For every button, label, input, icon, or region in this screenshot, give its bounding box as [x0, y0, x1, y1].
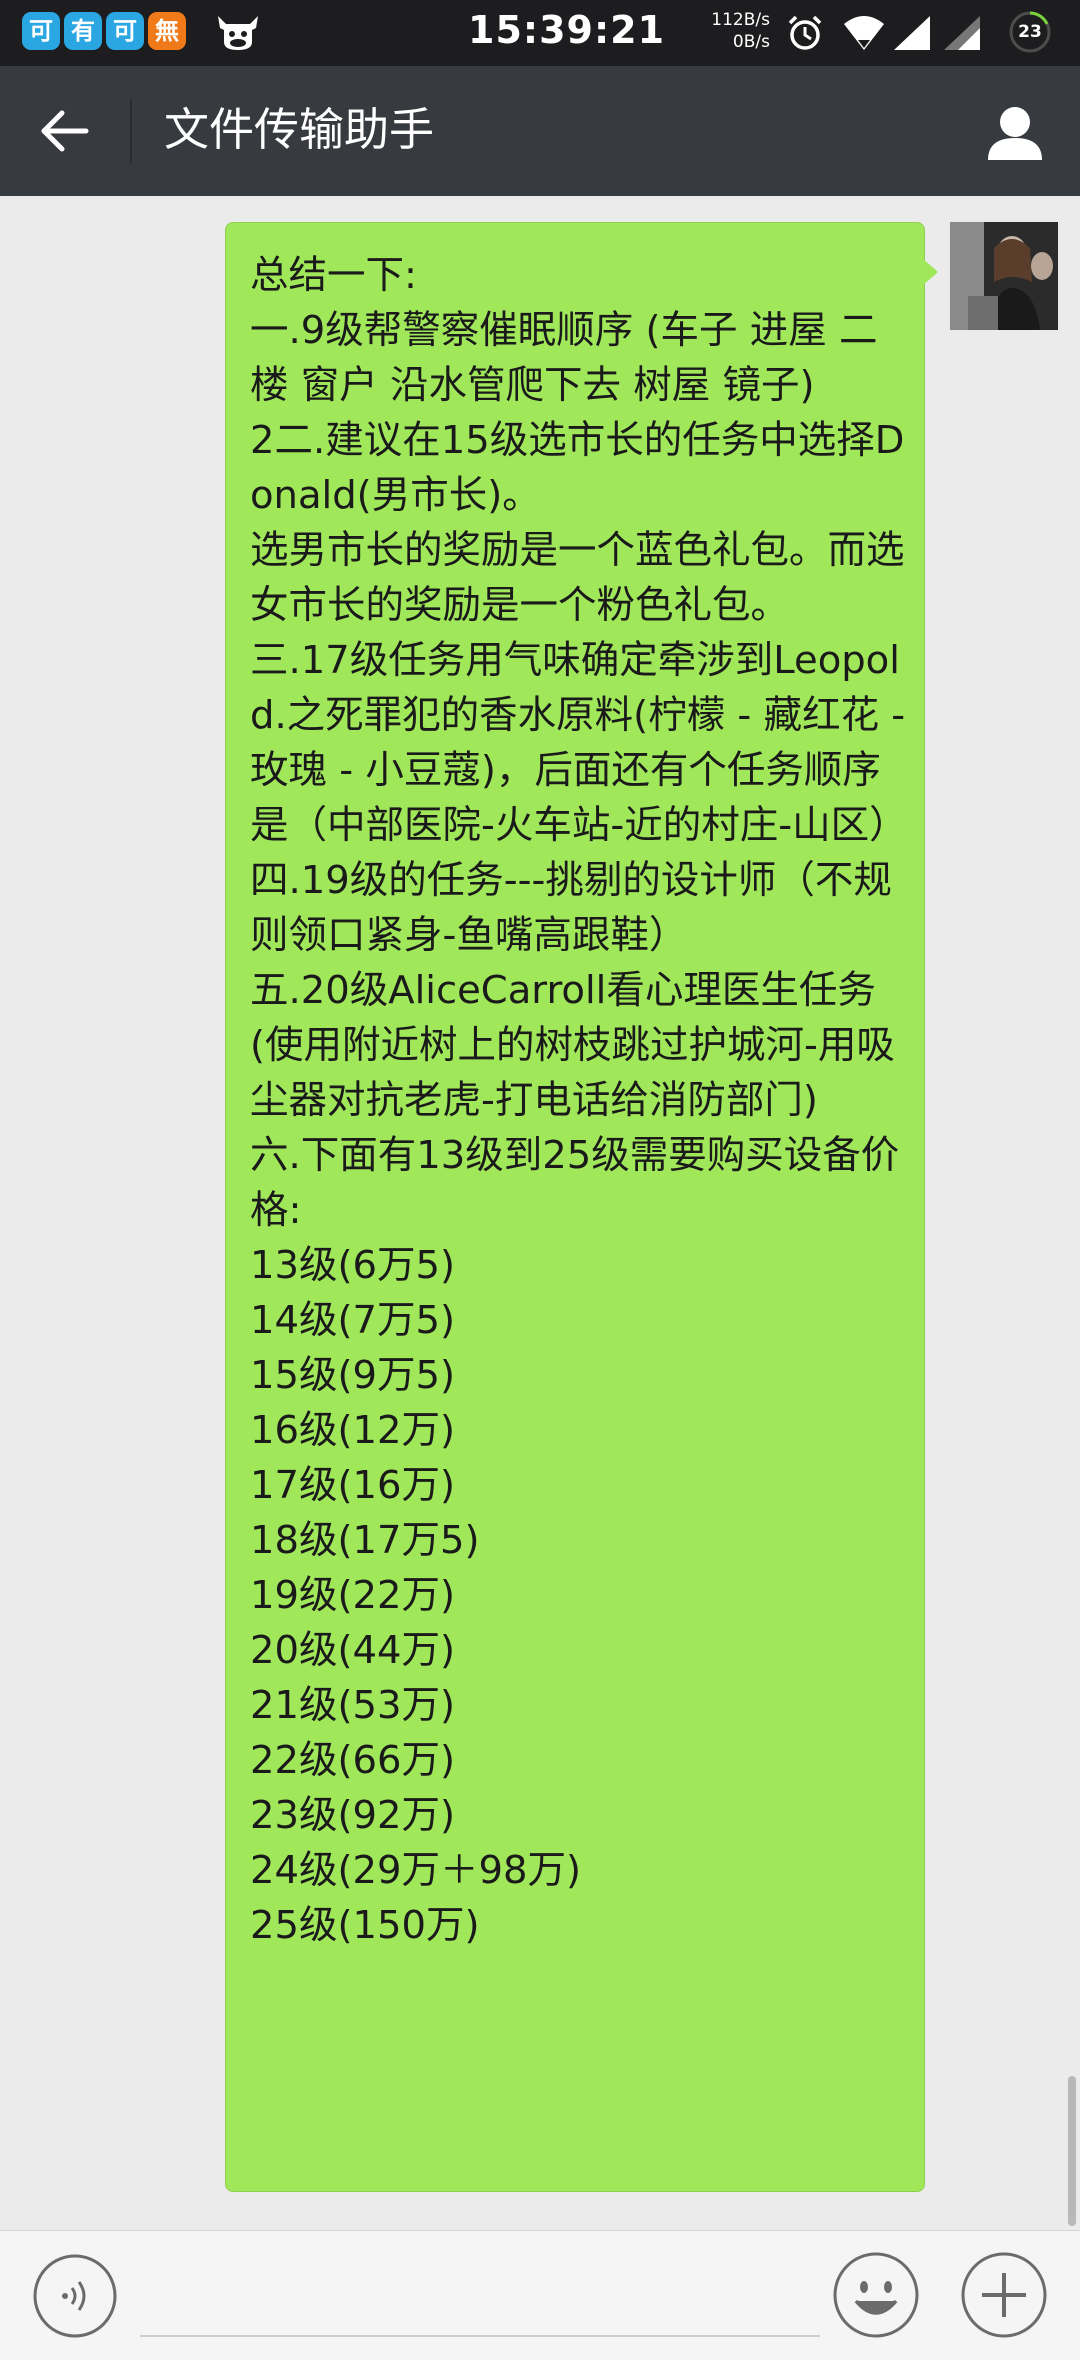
voice-icon [33, 2254, 117, 2338]
ke-app-icon: 可 [22, 12, 60, 50]
you-app-icon: 有 [64, 12, 102, 50]
profile-button[interactable] [980, 98, 1050, 168]
emoji-icon [833, 2252, 919, 2338]
title-bar: 文件传输助手 [0, 66, 1080, 196]
chat-area[interactable]: 总结一下: 一.9级帮警察催眠顺序 (车子 进屋 二楼 窗户 沿水管爬下去 树屋… [0, 196, 1080, 2230]
voice-button[interactable] [32, 2253, 118, 2339]
status-bar: 可 有 可 無 15:39:21 112B/s 0B/s 23 [0, 0, 1080, 66]
signal-icon [894, 16, 930, 50]
input-bar [0, 2230, 1080, 2360]
network-speed: 112B/s 0B/s [708, 9, 770, 53]
download-speed: 0B/s [732, 32, 770, 52]
ke-app-icon-2: 可 [106, 12, 144, 50]
page-title: 文件传输助手 [164, 103, 435, 156]
cow-icon [218, 16, 258, 50]
plus-button[interactable] [960, 2251, 1048, 2339]
title-divider [130, 99, 132, 163]
arrow-left-icon [41, 110, 89, 152]
battery-indicator: 23 [1008, 10, 1052, 54]
avatar-photo-icon [950, 222, 1058, 330]
person-icon [988, 107, 1042, 160]
clock-time: 15:39:21 [468, 8, 666, 52]
plus-icon [961, 2252, 1047, 2338]
wu-app-icon: 無 [148, 12, 186, 50]
bubble-tail [922, 258, 938, 286]
avatar[interactable] [950, 222, 1058, 330]
back-button[interactable] [30, 101, 100, 161]
wifi-icon [844, 16, 884, 50]
battery-level: 23 [1018, 22, 1042, 42]
message-input[interactable] [140, 2251, 820, 2337]
signal-icon-2 [944, 16, 980, 50]
message-text[interactable]: 总结一下: 一.9级帮警察催眠顺序 (车子 进屋 二楼 窗户 沿水管爬下去 树屋… [250, 248, 910, 1953]
emoji-button[interactable] [832, 2251, 920, 2339]
alarm-icon [788, 15, 822, 50]
upload-speed: 112B/s [711, 10, 770, 30]
scrollbar[interactable] [1068, 2076, 1076, 2226]
